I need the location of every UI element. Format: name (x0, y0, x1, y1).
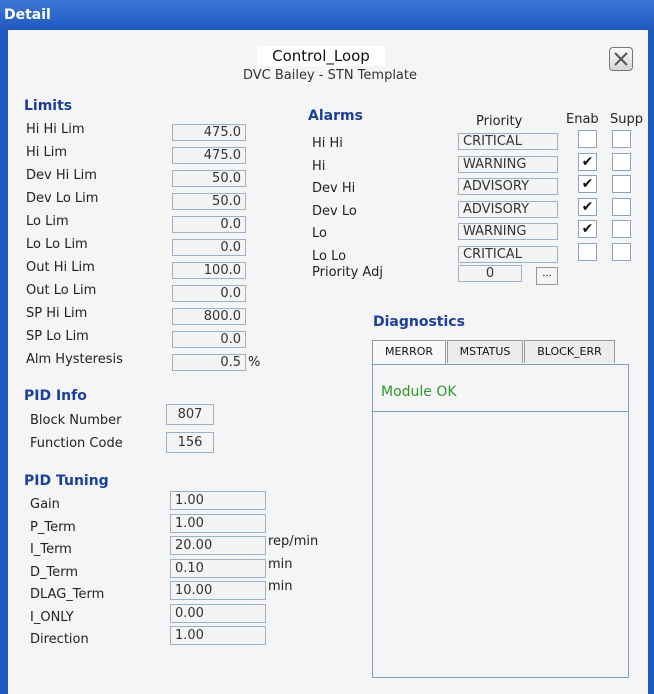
pid-tuning-heading: PID Tuning (24, 473, 109, 489)
limit-value-field[interactable]: 475.0 (172, 124, 246, 141)
tab-block-err[interactable]: BLOCK_ERR (524, 340, 615, 363)
alarm-enable-checkbox[interactable] (578, 242, 597, 261)
enab-column-header: Enab (566, 112, 599, 127)
limit-value-field[interactable]: 0.5 (172, 354, 246, 371)
alarm-priority-field[interactable]: CRITICAL (458, 133, 558, 150)
pid-info-value-field[interactable]: 156 (166, 432, 214, 453)
pid-tuning-unit: min (268, 579, 293, 594)
window-title: Detail (4, 7, 51, 23)
limit-label: Out Lo Lim (26, 283, 97, 298)
alarm-enable-checkbox[interactable]: ✔ (578, 175, 597, 193)
title-bar[interactable]: Detail (0, 0, 654, 30)
pid-info-label: Function Code (30, 436, 123, 451)
pid-info-value-field[interactable]: 807 (166, 404, 214, 425)
limit-value-field[interactable]: 100.0 (172, 262, 246, 279)
pid-tuning-unit: min (268, 556, 293, 572)
limit-unit: % (248, 355, 261, 370)
alarms-heading: Alarms (308, 108, 363, 124)
diagnostics-heading: Diagnostics (373, 314, 465, 330)
pid-tuning-value-field[interactable]: 0.10 (170, 558, 266, 578)
pid-info-heading: PID Info (24, 388, 87, 404)
alarm-priority-field[interactable]: ADVISORY (458, 178, 558, 195)
diagnostics-panel: Module OK (372, 364, 629, 678)
limits-heading: Limits (24, 98, 73, 114)
alarm-priority-field[interactable]: ADVISORY (458, 200, 558, 218)
pid-tuning-value-field[interactable]: 0.00 (170, 603, 266, 623)
limit-label: SP Lo Lim (26, 329, 89, 344)
alarm-priority-field[interactable]: CRITICAL (458, 245, 558, 263)
limit-label: Dev Hi Lim (26, 168, 97, 183)
alarm-suppress-checkbox[interactable] (612, 197, 631, 216)
alarm-enable-checkbox[interactable]: ✔ (578, 197, 597, 216)
limit-label: Lo Lim (26, 214, 69, 229)
pid-tuning-value-field[interactable]: 20.00 (170, 536, 266, 555)
pid-tuning-unit: rep/min (268, 534, 319, 549)
pid-tuning-label: D_Term (30, 564, 79, 580)
alarm-priority-field[interactable]: WARNING (458, 155, 558, 173)
pid-tuning-label: Gain (30, 497, 60, 512)
pid-tuning-label: DLAG_Term (30, 587, 105, 602)
limit-value-field[interactable]: 50.0 (172, 193, 246, 210)
pid-tuning-value-field[interactable]: 1.00 (170, 626, 266, 645)
pid-tuning-label: P_Term (30, 519, 76, 535)
module-status-text: Module OK (381, 384, 457, 400)
tab-merror[interactable]: MERROR (372, 340, 446, 365)
limit-value-field[interactable]: 0.0 (172, 216, 246, 233)
limit-value-field[interactable]: 475.0 (172, 147, 246, 164)
alarm-priority-field[interactable]: WARNING (458, 223, 558, 240)
pid-tuning-label: Direction (30, 632, 89, 647)
window-frame-right (648, 30, 654, 694)
pid-tuning-value-field[interactable]: 1.00 (170, 491, 266, 510)
close-icon (614, 52, 628, 66)
priority-column-header: Priority (476, 114, 523, 129)
alarm-label: Hi Hi (312, 136, 343, 151)
alarm-label: Hi (312, 158, 326, 174)
limit-value-field[interactable]: 0.0 (172, 285, 246, 302)
alarm-enable-checkbox[interactable]: ✔ (578, 220, 597, 238)
alarm-label: Lo (312, 226, 327, 241)
diagnostics-tabbar: MERROR MSTATUS BLOCK_ERR (372, 340, 628, 365)
alarm-suppress-checkbox[interactable] (612, 220, 631, 238)
detail-window: Detail Control_Loop DVC Bailey - STN Tem… (0, 0, 654, 694)
limit-label: Alm Hysteresis (26, 352, 123, 367)
diagnostics-message-area: Module OK (373, 365, 628, 412)
limit-label: Out Hi Lim (26, 260, 95, 275)
limit-label: Hi Lim (26, 145, 68, 160)
pid-info-label: Block Number (30, 413, 122, 428)
alarm-suppress-checkbox[interactable] (612, 175, 631, 193)
supp-column-header: Supp (610, 112, 643, 127)
pid-tuning-label: I_ONLY (30, 609, 74, 625)
window-frame-left (0, 30, 8, 694)
alarm-label: Dev Lo (312, 203, 357, 219)
loop-name-field: Control_Loop (257, 46, 385, 66)
alarm-suppress-checkbox[interactable] (612, 152, 631, 171)
priority-adj-label: Priority Adj (312, 265, 383, 280)
alarm-suppress-checkbox[interactable] (612, 242, 631, 261)
alarm-label: Lo Lo (312, 248, 347, 264)
limit-label: Hi Hi Lim (26, 122, 85, 137)
limit-value-field[interactable]: 0.0 (172, 239, 246, 256)
limit-value-field[interactable]: 800.0 (172, 308, 246, 325)
alarm-enable-checkbox[interactable] (578, 130, 597, 148)
close-button[interactable] (609, 47, 633, 71)
priority-adj-browse-button[interactable]: ... (536, 267, 558, 285)
tab-mstatus[interactable]: MSTATUS (447, 340, 523, 363)
alarm-suppress-checkbox[interactable] (612, 130, 631, 148)
alarm-label: Dev Hi (312, 181, 356, 196)
limit-label: Lo Lo Lim (26, 237, 88, 252)
pid-tuning-value-field[interactable]: 1.00 (170, 513, 266, 533)
pid-tuning-value-field[interactable]: 10.00 (170, 581, 266, 600)
limit-value-field[interactable]: 0.0 (172, 331, 246, 348)
priority-adj-field[interactable]: 0 (458, 265, 522, 282)
limit-label: Dev Lo Lim (26, 191, 99, 206)
template-subtitle: DVC Bailey - STN Template (242, 68, 417, 83)
alarm-enable-checkbox[interactable]: ✔ (578, 152, 597, 171)
limit-value-field[interactable]: 50.0 (172, 170, 246, 187)
pid-tuning-label: I_Term (30, 542, 72, 557)
limit-label: SP Hi Lim (26, 306, 88, 321)
